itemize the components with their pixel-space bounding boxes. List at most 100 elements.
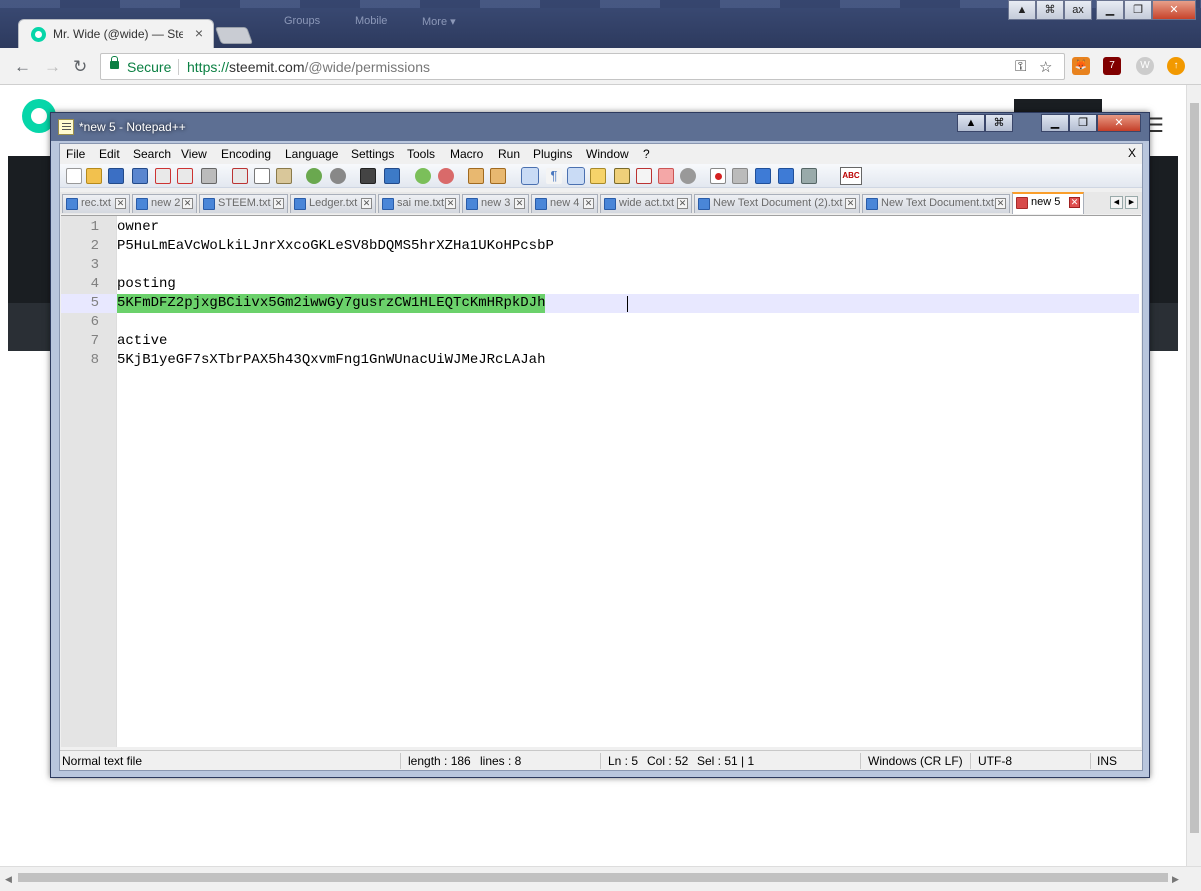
vertical-scrollbar[interactable] bbox=[1186, 85, 1201, 866]
doc-tab[interactable]: new 3 ✕ bbox=[462, 194, 529, 213]
close-file-icon[interactable] bbox=[155, 168, 171, 184]
menu-settings[interactable]: Settings bbox=[351, 147, 394, 161]
sync-vertical-icon[interactable] bbox=[468, 168, 484, 184]
menu-search[interactable]: Search bbox=[133, 147, 171, 161]
tab-close-icon[interactable]: ✕ bbox=[361, 198, 372, 209]
window-user-badge[interactable]: ax bbox=[1064, 0, 1092, 20]
redo-icon[interactable] bbox=[330, 168, 346, 184]
scroll-left-icon[interactable]: ◀ bbox=[5, 874, 12, 885]
macro-save-icon[interactable] bbox=[801, 168, 817, 184]
notepadpp-titlebar[interactable]: *new 5 - Notepad++ ▲ ⌘ ▁ ❐ ✕ bbox=[51, 113, 1149, 141]
word-wrap-icon[interactable] bbox=[521, 167, 539, 185]
text-editor[interactable]: 1 owner 2 P5HuLmEaVcWoLkiLJnrXxcoGKLeSV8bD… bbox=[61, 215, 1141, 747]
cut-icon[interactable] bbox=[232, 168, 248, 184]
tab-close-icon[interactable]: ✕ bbox=[1069, 197, 1080, 208]
line-text[interactable]: 5KjB1yeGF7sXTbrPAX5h43QxvmFng1GnWUnacUiW… bbox=[117, 351, 545, 370]
save-all-icon[interactable] bbox=[132, 168, 148, 184]
new-tab-button[interactable] bbox=[214, 27, 254, 44]
open-file-icon[interactable] bbox=[86, 168, 102, 184]
doc-tab[interactable]: New Text Document.txt ✕ bbox=[862, 194, 1010, 213]
copy-icon[interactable] bbox=[254, 168, 270, 184]
function-list-icon[interactable] bbox=[636, 168, 652, 184]
zoom-in-icon[interactable] bbox=[415, 168, 431, 184]
doc-tab[interactable]: new 4 ✕ bbox=[531, 194, 598, 213]
close-all-icon[interactable] bbox=[177, 168, 193, 184]
tab-close-icon[interactable]: ✕ bbox=[115, 198, 126, 209]
menu-edit[interactable]: Edit bbox=[99, 147, 120, 161]
menu-file[interactable]: File bbox=[66, 147, 85, 161]
close-button[interactable]: ✕ bbox=[1097, 114, 1141, 132]
line-text[interactable]: active bbox=[117, 332, 167, 351]
sync-horizontal-icon[interactable] bbox=[490, 168, 506, 184]
ublock-extension-icon[interactable]: 7 bbox=[1103, 57, 1121, 75]
doc-tab[interactable]: Ledger.txt ✕ bbox=[290, 194, 376, 213]
tab-close-icon[interactable]: ✕ bbox=[514, 198, 525, 209]
macro-stop-icon[interactable] bbox=[732, 168, 748, 184]
doc-tab[interactable]: wide act.txt ✕ bbox=[600, 194, 692, 213]
doc-tab[interactable]: new 2 ✕ bbox=[132, 194, 197, 213]
tab-close-icon[interactable]: ✕ bbox=[845, 198, 856, 209]
tab-close-icon[interactable]: ✕ bbox=[445, 198, 456, 209]
scroll-right-icon[interactable]: ▶ bbox=[1172, 874, 1179, 885]
editor-line[interactable]: 3 bbox=[61, 256, 1139, 275]
menu-macro[interactable]: Macro bbox=[450, 147, 483, 161]
window-pin-icon[interactable]: ⌘ bbox=[985, 114, 1013, 132]
minimize-button[interactable]: ▁ bbox=[1041, 114, 1069, 132]
macro-run-multiple-icon[interactable] bbox=[778, 168, 794, 184]
doc-tab[interactable]: STEEM.txt ✕ bbox=[199, 194, 288, 213]
window-arrow-icon[interactable]: ▲ bbox=[1008, 0, 1036, 20]
print-icon[interactable] bbox=[201, 168, 217, 184]
doc-tab-active[interactable]: new 5 ✕ bbox=[1012, 192, 1084, 214]
editor-line[interactable]: 8 5KjB1yeGF7sXTbrPAX5h43QxvmFng1GnWUnacUi… bbox=[61, 351, 1139, 370]
tab-scroll-right-icon[interactable]: ▶ bbox=[1125, 196, 1138, 209]
paste-icon[interactable] bbox=[276, 168, 292, 184]
show-all-chars-icon[interactable]: ¶ bbox=[546, 168, 562, 184]
new-file-icon[interactable] bbox=[66, 168, 82, 184]
address-bar[interactable]: Secure https://steemit.com/@wide/permiss… bbox=[100, 53, 1065, 80]
window-arrow-icon[interactable]: ▲ bbox=[957, 114, 985, 132]
maximize-button[interactable]: ❐ bbox=[1124, 0, 1152, 20]
replace-icon[interactable] bbox=[384, 168, 400, 184]
url-text[interactable]: https://steemit.com/@wide/permissions bbox=[187, 59, 430, 75]
bookmark-star-icon[interactable]: ☆ bbox=[1039, 58, 1052, 76]
horizontal-scroll-thumb[interactable] bbox=[18, 873, 1168, 882]
tab-close-icon[interactable]: ✕ bbox=[273, 198, 284, 209]
window-pin-icon[interactable]: ⌘ bbox=[1036, 0, 1064, 20]
doc-tab[interactable]: rec.txt ✕ bbox=[62, 194, 130, 213]
menu-language[interactable]: Language bbox=[285, 147, 338, 161]
vertical-scroll-thumb[interactable] bbox=[1190, 103, 1199, 833]
line-text[interactable]: P5HuLmEaVcWoLkiLJnrXxcoGKLeSV8bDQMS5hrXZ… bbox=[117, 237, 554, 256]
save-icon[interactable] bbox=[108, 168, 124, 184]
close-button[interactable]: ✕ bbox=[1152, 0, 1196, 20]
menu-tools[interactable]: Tools bbox=[407, 147, 435, 161]
metamask-extension-icon[interactable]: 🦊 bbox=[1072, 57, 1090, 75]
tab-close-icon[interactable]: ✕ bbox=[677, 198, 688, 209]
close-document-button[interactable]: X bbox=[1128, 146, 1136, 160]
macro-play-icon[interactable] bbox=[755, 168, 771, 184]
undo-icon[interactable] bbox=[306, 168, 322, 184]
line-text[interactable]: owner bbox=[117, 218, 159, 237]
zoom-out-icon[interactable] bbox=[438, 168, 454, 184]
menu-run[interactable]: Run bbox=[498, 147, 520, 161]
indent-guide-icon[interactable] bbox=[567, 167, 585, 185]
folder-workspace-icon[interactable] bbox=[658, 168, 674, 184]
back-icon[interactable]: ← bbox=[14, 57, 31, 77]
reload-icon[interactable]: ↻ bbox=[73, 57, 87, 77]
menu-window[interactable]: Window bbox=[586, 147, 629, 161]
tab-close-icon[interactable]: ✕ bbox=[583, 198, 594, 209]
spellcheck-icon[interactable]: ABC bbox=[840, 167, 862, 185]
editor-line[interactable]: 4 posting bbox=[61, 275, 1139, 294]
maximize-button[interactable]: ❐ bbox=[1069, 114, 1097, 132]
doc-tab[interactable]: New Text Document (2).txt ✕ bbox=[694, 194, 860, 213]
editor-line[interactable]: 2 P5HuLmEaVcWoLkiLJnrXxcoGKLeSV8bDQMS5hrX… bbox=[61, 237, 1139, 256]
language-define-icon[interactable] bbox=[590, 168, 606, 184]
tab-close-icon[interactable]: ✕ bbox=[182, 198, 193, 209]
selected-text[interactable]: 5KFmDFZ2pjxgBCiivx5Gm2iwwGy7gusrzCW1HLEQ… bbox=[117, 294, 546, 313]
minimize-button[interactable]: ▁ bbox=[1096, 0, 1124, 20]
editor-line[interactable]: 1 owner bbox=[61, 218, 1139, 237]
line-text[interactable]: posting bbox=[117, 275, 176, 294]
editor-line-current[interactable]: 5 5KFmDFZ2pjxgBCiivx5Gm2iwwGy7gusrzCW1HLE… bbox=[61, 294, 1139, 313]
menu-plugins[interactable]: Plugins bbox=[533, 147, 572, 161]
macro-record-icon[interactable] bbox=[710, 168, 726, 184]
doc-tab[interactable]: sai me.txt ✕ bbox=[378, 194, 460, 213]
